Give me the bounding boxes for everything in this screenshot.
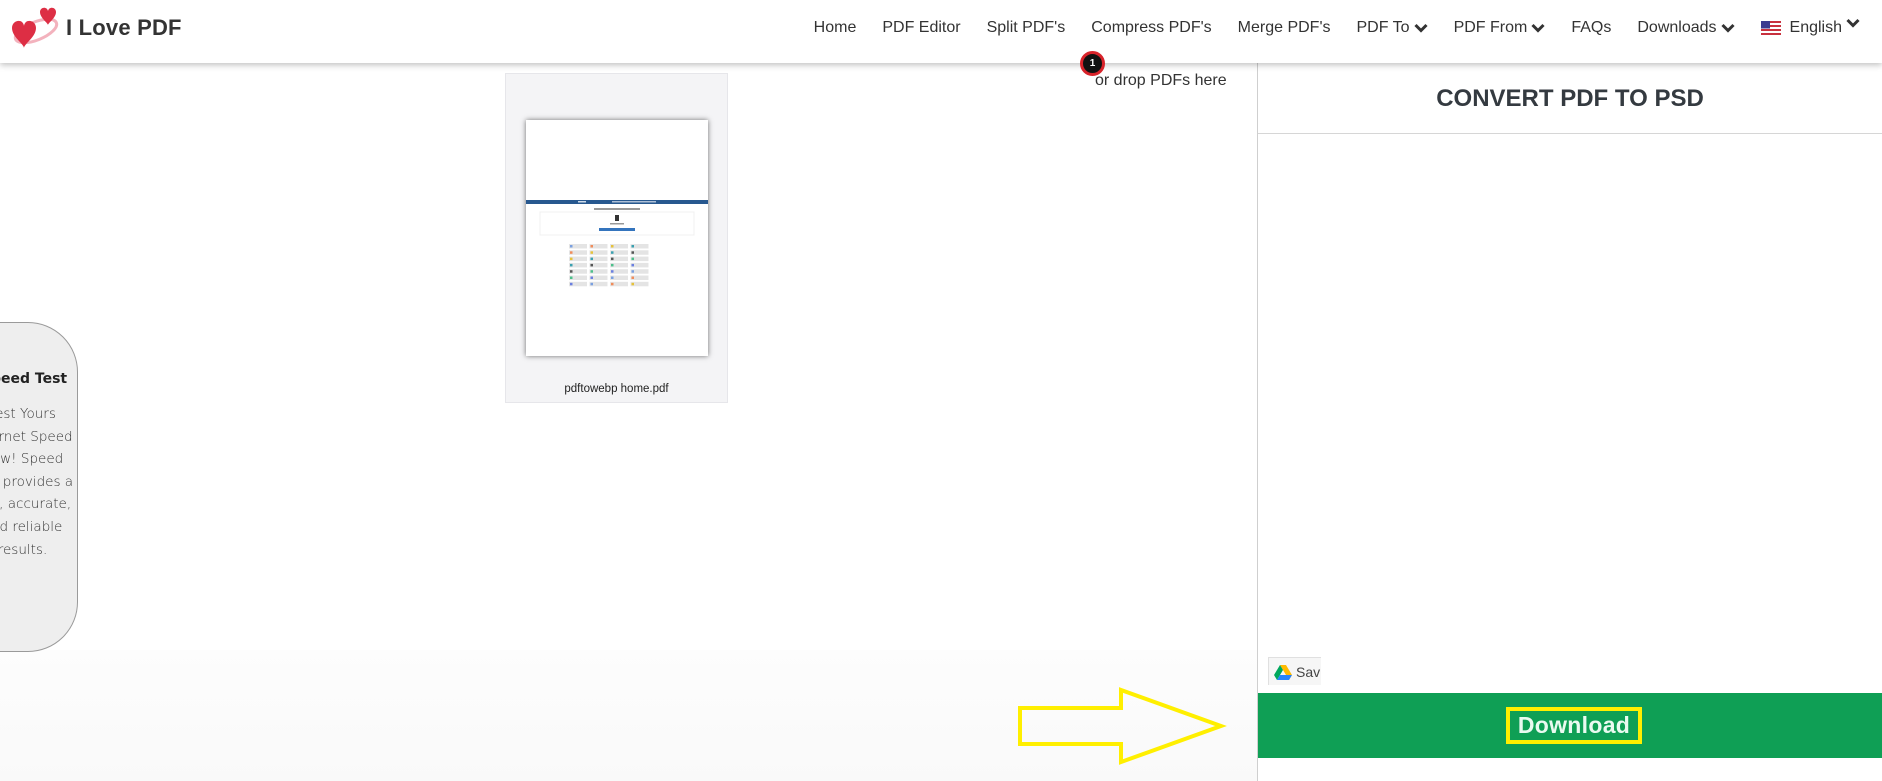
conversion-panel: CONVERT PDF TO PSD Sav Download xyxy=(1257,63,1882,781)
us-flag-icon xyxy=(1760,21,1781,35)
thumb-tool-icon xyxy=(611,245,614,248)
brand-logo[interactable]: I Love PDF xyxy=(10,6,182,52)
pdf-thumbnail xyxy=(526,120,708,356)
thumb-tool-icon xyxy=(631,257,634,261)
thumb-tool-icon xyxy=(631,282,634,286)
download-button[interactable]: Download xyxy=(1258,693,1882,758)
pdf-file-card[interactable]: pdftowebp home.pdf xyxy=(505,73,728,403)
nav-pdf-editor[interactable]: PDF Editor xyxy=(882,19,960,37)
drop-zone-hint[interactable]: or drop PDFs here xyxy=(1095,72,1227,90)
thumb-tool-icon xyxy=(590,282,593,286)
thumb-tool-icon xyxy=(631,276,634,279)
nav-label: FAQs xyxy=(1571,19,1612,36)
nav-pdf-to-dropdown[interactable]: PDF To xyxy=(1357,19,1428,37)
thumb-tool-icon xyxy=(570,270,573,273)
ad-title: Speed Test xyxy=(0,371,68,387)
panel-title: CONVERT PDF TO PSD xyxy=(1258,63,1882,134)
thumb-tool-icon xyxy=(570,282,573,286)
file-count-badge: 1 xyxy=(1080,51,1105,76)
thumb-tool-icon xyxy=(590,270,593,273)
nav-label: PDF From xyxy=(1453,19,1528,36)
nav-label: Split PDF's xyxy=(986,19,1066,36)
nav-merge-pdfs[interactable]: Merge PDF's xyxy=(1238,19,1331,37)
speed-test-ad[interactable]: Speed Test Test Yours Internet Speed Now… xyxy=(0,322,78,652)
nav-label: PDF Editor xyxy=(882,19,961,36)
save-to-drive-button[interactable]: Sav xyxy=(1268,657,1321,685)
annotation-arrow-icon xyxy=(1018,687,1227,765)
chevron-down-icon xyxy=(1846,18,1860,28)
file-name: pdftowebp home.pdf xyxy=(564,383,669,395)
thumb-tool-icon xyxy=(590,257,593,261)
thumb-tool-icon xyxy=(611,263,614,267)
save-to-drive-label: Sav xyxy=(1296,663,1321,680)
thumb-tool-icon xyxy=(570,251,573,254)
thumb-tool-icon xyxy=(611,257,614,261)
main-nav: Home PDF Editor Split PDF's Compress PDF… xyxy=(788,18,1860,37)
thumb-tool-icon xyxy=(611,251,614,254)
nav-label: Merge PDF's xyxy=(1237,19,1331,36)
language-selector[interactable]: English xyxy=(1760,18,1860,37)
nav-label: PDF To xyxy=(1356,19,1410,36)
download-label: Download xyxy=(1505,707,1643,744)
thumb-tool-icon xyxy=(611,282,614,286)
nav-label: Compress PDF's xyxy=(1091,19,1212,36)
nav-pdf-from-dropdown[interactable]: PDF From xyxy=(1454,19,1546,37)
nav-label: Home xyxy=(813,19,857,36)
thumb-tool-icon xyxy=(590,263,593,267)
thumb-tool-icon xyxy=(590,251,593,254)
language-label: English xyxy=(1789,19,1842,36)
thumb-tool-icon xyxy=(611,270,614,273)
thumb-tool-icon xyxy=(570,263,573,267)
thumb-tool-icon xyxy=(631,270,634,273)
thumb-tool-icon xyxy=(631,263,634,267)
nav-faqs[interactable]: FAQs xyxy=(1571,19,1611,37)
page-preview-image xyxy=(526,200,708,287)
chevron-down-icon xyxy=(1414,23,1428,33)
nav-downloads-dropdown[interactable]: Downloads xyxy=(1637,19,1735,37)
brand-name: I Love PDF xyxy=(66,15,182,40)
google-drive-icon xyxy=(1274,664,1292,680)
thumb-tool-icon xyxy=(570,245,573,248)
nav-split-pdfs[interactable]: Split PDF's xyxy=(987,19,1066,37)
thumb-tool-icon xyxy=(590,245,593,248)
thumb-tool-icon xyxy=(570,276,573,279)
chevron-down-icon xyxy=(1720,23,1735,33)
nav-compress-pdfs[interactable]: Compress PDF's xyxy=(1091,19,1211,37)
ad-description: Test Yours Internet Speed Now! Speed Tes… xyxy=(0,406,74,558)
thumb-tool-icon xyxy=(631,245,634,248)
thumb-tool-icon xyxy=(570,257,573,261)
nav-home[interactable]: Home xyxy=(814,19,857,37)
chevron-down-icon xyxy=(1531,23,1545,33)
thumb-tool-icon xyxy=(611,276,614,279)
nav-label: Downloads xyxy=(1637,19,1717,36)
top-navbar: I Love PDF Home PDF Editor Split PDF's C… xyxy=(0,0,1882,63)
thumb-tool-icon xyxy=(590,276,593,279)
two-hearts-icon xyxy=(12,7,59,48)
thumb-tool-icon xyxy=(631,251,634,254)
